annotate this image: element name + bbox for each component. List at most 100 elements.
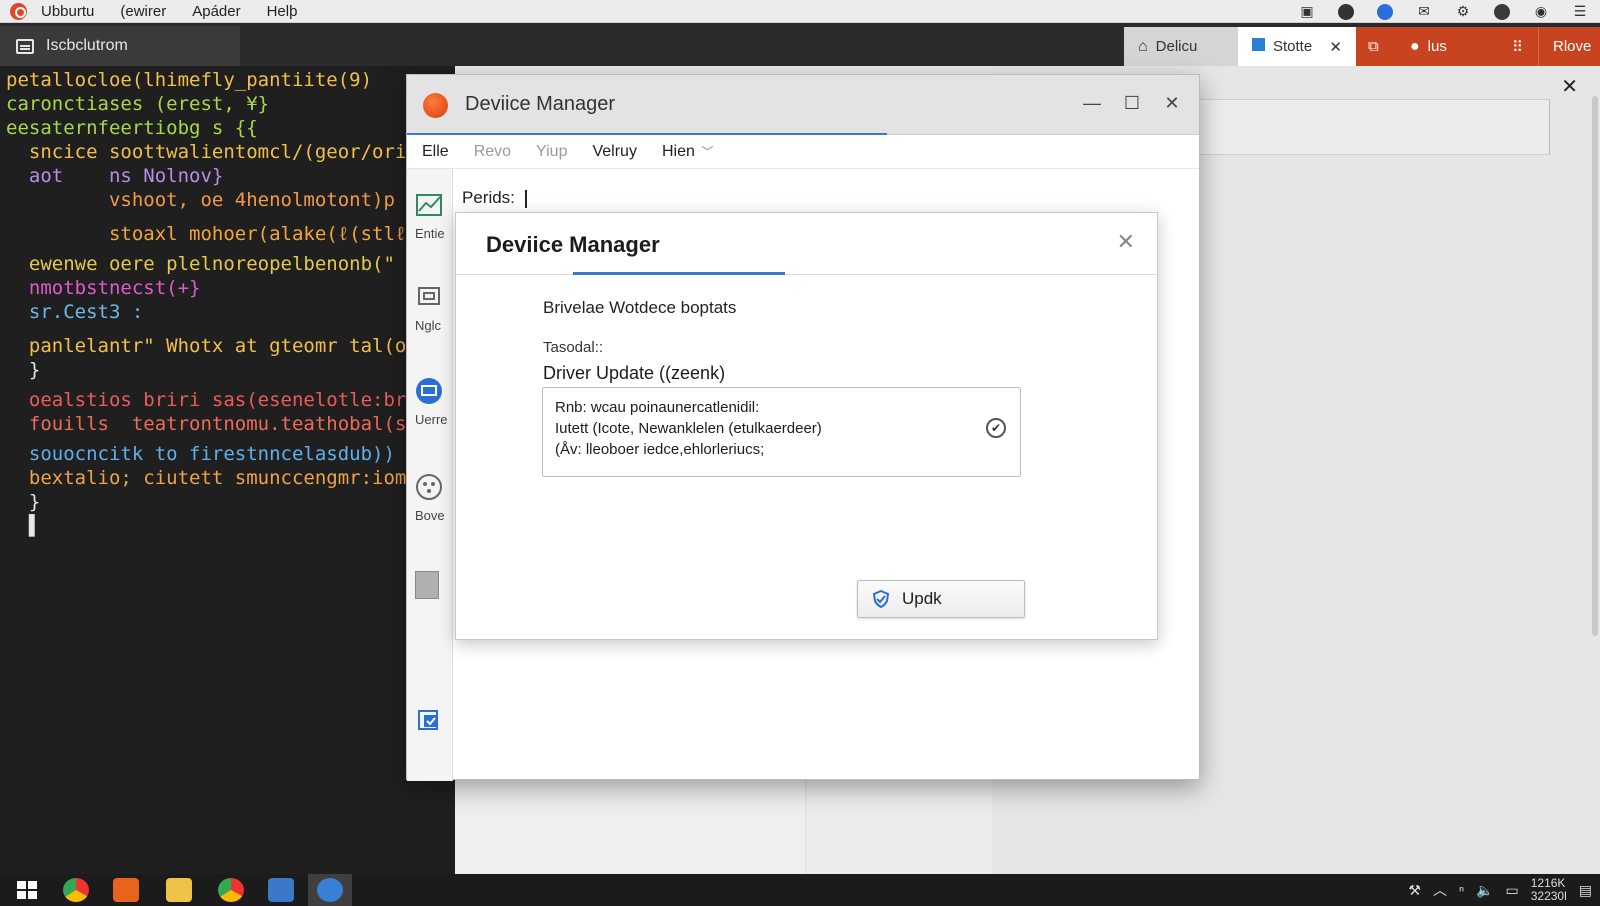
- volume-icon[interactable]: 🔈: [1476, 882, 1493, 899]
- terminal-pane[interactable]: petallocloe(lhimefly_pantiite(9) caroncti…: [0, 66, 455, 874]
- terminal-code-line: ▌: [6, 515, 41, 537]
- terminal-code-line: eesaternfeertiobg s {{: [6, 117, 258, 139]
- dialog-title: Deviice Manager: [486, 232, 660, 257]
- terminal-code-line: vshoot, oe 4henolmotont)p: [6, 189, 395, 211]
- menu-hien-label: Hien: [661, 142, 695, 160]
- chrome-icon-2[interactable]: [218, 878, 244, 902]
- menu-hien[interactable]: Hien ﹀: [662, 143, 713, 161]
- tab-home[interactable]: ⌂ Dеlісu: [1124, 27, 1238, 66]
- menu-item-apader[interactable]: Apáder: [192, 3, 240, 20]
- device-manager-dialog: Deviice Manager ✕ Brivelae Wotdece bopta…: [455, 212, 1158, 640]
- minimize-icon[interactable]: —: [1081, 93, 1103, 114]
- driver-info-box[interactable]: Rnb: wcau poinaunercatlenidil: Iutett (I…: [542, 387, 1021, 477]
- window-menu-bar: Elle Revo Yiup Velruy Hien ﹀: [407, 135, 1199, 169]
- terminal-tab-icon: [16, 38, 34, 54]
- record-icon: ●: [1410, 37, 1420, 55]
- menu-elle[interactable]: Elle: [422, 143, 449, 161]
- settings-dial-icon: [416, 474, 442, 500]
- tab-bar: Iscbclutrom ⌂ Dеlісu Stotte ✕ ⧉ ● lus ⠿ …: [0, 23, 1600, 66]
- hamburger-menu-icon[interactable]: ☰: [1570, 3, 1590, 21]
- close-icon[interactable]: ✕: [1561, 74, 1578, 99]
- battery-icon[interactable]: ▭: [1505, 882, 1518, 899]
- menu-item-viewer[interactable]: (ewirer: [120, 3, 166, 20]
- dialog-small-label: Tasodal::: [543, 339, 604, 356]
- menu-velruy[interactable]: Velruy: [592, 143, 636, 161]
- update-button[interactable]: Updk: [857, 580, 1025, 618]
- menu-item-help[interactable]: Helþ: [267, 3, 298, 20]
- update-icon[interactable]: [1492, 3, 1512, 21]
- windows-start-icon[interactable]: [14, 878, 40, 902]
- terminal-code-line: panlelantr" Whotx at gteomr tal(oem: [6, 335, 430, 357]
- info-icon[interactable]: ◉: [1531, 3, 1551, 21]
- firefox-icon[interactable]: [1375, 3, 1395, 21]
- shield-check-icon: [872, 590, 890, 608]
- grid-menu-button[interactable]: ⠿: [1498, 27, 1538, 66]
- taskbar-tray: ⚒ ︿ ⁿ 🔈 ▭ 1216K 32230l ▤: [1408, 874, 1592, 906]
- monitor-icon: [416, 378, 442, 404]
- checkmark-icon[interactable]: ✔: [986, 418, 1006, 438]
- terminal-code-line: fouills teatrontnomu.teathobal(s: [6, 413, 407, 435]
- chevron-down-icon: ﹀: [701, 144, 714, 159]
- grid-icon: ⠿: [1512, 38, 1523, 56]
- terminal-code-line: stoaxl mohoer(alake(ℓ(stlℓe: [6, 223, 418, 245]
- active-app-icon[interactable]: [317, 878, 343, 902]
- mail-icon[interactable]: ✉: [1414, 3, 1434, 21]
- menu-revo[interactable]: Revo: [474, 143, 511, 161]
- top-menu-bar: Ubburtu (ewirer Apáder Helþ ▣ ✉ ⚙ ◉ ☰: [0, 0, 1600, 23]
- sidebar-label-bove: Bove: [415, 508, 445, 523]
- window-title: Deviice Manager: [465, 93, 616, 115]
- ubuntu-logo-icon[interactable]: [10, 2, 27, 20]
- chevron-up-icon[interactable]: ︿: [1433, 880, 1447, 900]
- info-line: (Åv: lleoboer iedce,ehlorleriucs;: [555, 441, 765, 458]
- tab-stotte[interactable]: Stotte ✕: [1238, 27, 1356, 66]
- terminal-code-line: caronctiases (erest, ¥}: [6, 93, 270, 115]
- terminal-code-line: souocncitk to firestnncelasdub)) s: [6, 443, 418, 465]
- menu-yiup[interactable]: Yiup: [536, 143, 567, 161]
- files-orange-icon[interactable]: [113, 878, 139, 902]
- folder-icon[interactable]: [166, 878, 192, 902]
- grey-block-icon: [415, 571, 439, 599]
- clock-date: 32230l: [1530, 889, 1567, 903]
- tab-rlove[interactable]: Rlove: [1538, 27, 1600, 66]
- window-switch-icon[interactable]: ▣: [1297, 3, 1317, 21]
- sidebar-item-gray[interactable]: [415, 571, 459, 599]
- sidebar-item-uerre[interactable]: Uerre: [415, 377, 459, 427]
- sidebar-item-clipboard[interactable]: [415, 705, 459, 740]
- terminal-code-line: }: [6, 359, 41, 381]
- terminal-code-line: nmotbstnecst(+}: [6, 277, 201, 299]
- menu-item-ubuntu[interactable]: Ubburtu: [41, 3, 94, 20]
- scrollbar[interactable]: [1592, 96, 1598, 636]
- maximize-icon[interactable]: ☐: [1121, 93, 1143, 114]
- periods-field[interactable]: Perids:: [462, 188, 527, 208]
- dialog-close-icon[interactable]: ✕: [1117, 229, 1135, 255]
- tab-close-icon[interactable]: ✕: [1329, 38, 1342, 56]
- tab-stotte-label: Stotte: [1273, 38, 1313, 55]
- clock[interactable]: 1216K 32230l: [1531, 877, 1567, 903]
- tab-window-icon-button[interactable]: ⧉: [1356, 27, 1396, 66]
- dialog-tab-indicator: [573, 272, 785, 275]
- network-icon[interactable]: ⚙: [1453, 3, 1473, 21]
- steam-icon[interactable]: [1336, 3, 1356, 21]
- tools-icon[interactable]: ⚒: [1408, 882, 1421, 899]
- notification-icon[interactable]: ▤: [1579, 882, 1592, 899]
- document-icon[interactable]: [268, 878, 294, 902]
- terminal-tab[interactable]: Iscbclutrom: [0, 26, 240, 66]
- sidebar-item-bove[interactable]: Bove: [415, 473, 459, 523]
- info-line: Rnb: wcau poinaunercatlenidil:: [555, 399, 760, 416]
- window-close-icon[interactable]: ✕: [1161, 93, 1183, 114]
- tab-lus-label: lus: [1427, 38, 1447, 55]
- window-title-bar[interactable]: Deviice Manager — ☐ ✕: [407, 75, 1199, 135]
- system-tray: ▣ ✉ ⚙ ◉ ☰: [1297, 0, 1590, 23]
- clipboard-icon: [418, 710, 438, 730]
- terminal-code-line: petallocloe(lhimefly_pantiite(9): [6, 69, 373, 91]
- network-tray-icon[interactable]: ⁿ: [1459, 882, 1464, 898]
- sidebar-item-entie[interactable]: Entie: [415, 191, 459, 241]
- sidebar-item-nglc[interactable]: Nglc: [415, 283, 459, 333]
- chrome-icon[interactable]: [63, 878, 89, 902]
- terminal-code-line: ewenwe oere plelnoreopelbenonb(": [6, 253, 395, 275]
- chart-icon: [416, 194, 442, 216]
- right-panel-field[interactable]: [1188, 99, 1550, 155]
- browser-tab-strip: ⌂ Dеlісu Stotte ✕ ⧉ ● lus ⠿ Rlove: [1124, 27, 1600, 66]
- terminal-code-line: bextalio; ciutett smunccengmr:iom: [6, 467, 407, 489]
- tab-lus[interactable]: ● lus: [1396, 27, 1498, 66]
